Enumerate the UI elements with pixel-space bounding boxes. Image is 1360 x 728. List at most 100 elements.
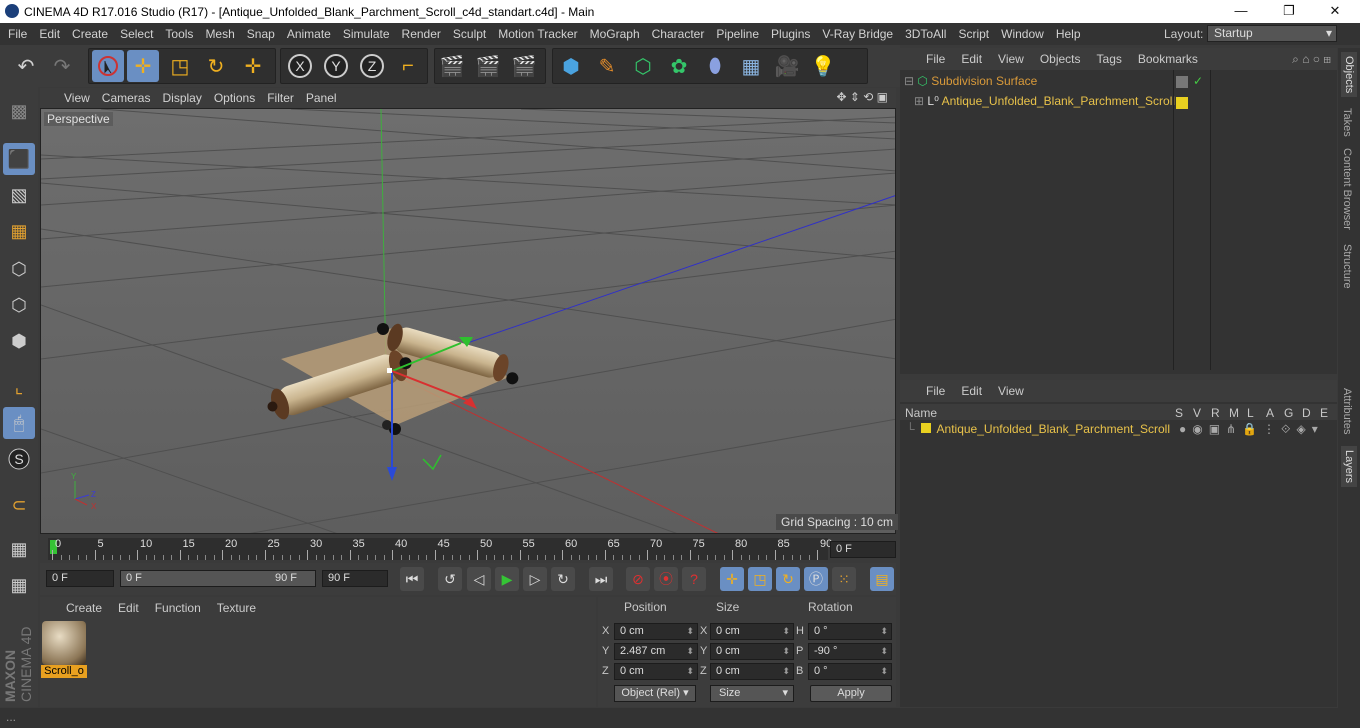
snap-button[interactable]: S — [3, 443, 35, 475]
viewport-nav-icons[interactable]: ✥ ⇕ ⟲ ▣ — [836, 90, 888, 104]
object-manager-icons[interactable]: ⌕ ⌂ ○ ⊞ — [1292, 52, 1331, 67]
previous-key-button[interactable]: ↺ — [438, 567, 462, 591]
light-button[interactable]: 💡 — [807, 50, 839, 82]
render-view-button[interactable]: 🎬 — [436, 50, 468, 82]
tab-structure[interactable]: Structure — [1341, 244, 1353, 289]
make-editable-button[interactable]: ▩ — [3, 95, 35, 127]
tab-attributes[interactable]: Attributes — [1341, 388, 1353, 434]
object-menu-view[interactable]: View — [990, 48, 1032, 70]
menu-item-mesh[interactable]: Mesh — [199, 23, 240, 45]
key-pla-button[interactable]: ⁙ — [832, 567, 856, 591]
y-axis-button[interactable]: Y — [320, 50, 352, 82]
points-mode-button[interactable]: ⬡ — [3, 253, 35, 285]
material-name[interactable]: Scroll_o — [41, 665, 87, 678]
maximize-button[interactable]: ❐ — [1274, 3, 1304, 19]
position-field[interactable]: 2.487 cm ⬍ — [614, 643, 698, 660]
object-row-subdivision[interactable]: ⊟ ⬡ Subdivision Surface — [902, 74, 1172, 94]
move-button[interactable]: ✛ — [127, 50, 159, 82]
spinner-icon[interactable]: ⬍ — [880, 644, 888, 659]
menu-item-mograph[interactable]: MoGraph — [584, 23, 646, 45]
menu-item-snap[interactable]: Snap — [241, 23, 281, 45]
menu-item-script[interactable]: Script — [952, 23, 995, 45]
spinner-icon[interactable]: ⬍ — [686, 664, 694, 679]
rotation-field[interactable]: 0 ° ⬍ — [808, 663, 892, 680]
spinner-icon[interactable]: ⬍ — [880, 624, 888, 639]
end-frame-field[interactable]: 90 F — [322, 570, 388, 587]
menu-item-simulate[interactable]: Simulate — [337, 23, 396, 45]
current-frame-field[interactable]: 0 F — [830, 541, 896, 558]
material-thumbnail[interactable] — [42, 621, 86, 665]
texture-mode-button[interactable]: ▧ — [3, 179, 35, 211]
object-menu-objects[interactable]: Objects — [1032, 48, 1089, 70]
viewport-menu-cameras[interactable]: Cameras — [96, 88, 157, 108]
menu-item-sculpt[interactable]: Sculpt — [447, 23, 492, 45]
deformer-button[interactable]: ⬮ — [699, 50, 731, 82]
material-menu-create[interactable]: Create — [58, 597, 110, 619]
render-picture-button[interactable]: 🎬 — [472, 50, 504, 82]
material-menu-edit[interactable]: Edit — [110, 597, 147, 619]
key-parameter-button[interactable]: Ⓟ — [804, 567, 828, 591]
viewport-menu-filter[interactable]: Filter — [261, 88, 300, 108]
go-to-start-button[interactable]: ⏮ — [400, 567, 424, 591]
workplane-align-button[interactable]: ▦ — [3, 569, 35, 601]
layer-menu-edit[interactable]: Edit — [953, 380, 990, 402]
object-menu-tags[interactable]: Tags — [1089, 48, 1130, 70]
size-field[interactable]: 0 cm ⬍ — [710, 623, 794, 640]
menu-item-create[interactable]: Create — [66, 23, 114, 45]
key-position-button[interactable]: ✛ — [720, 567, 744, 591]
magnet-button[interactable]: ⊂ — [3, 489, 35, 521]
tab-takes[interactable]: Takes — [1341, 108, 1353, 137]
timeline-ruler[interactable]: 0 5 10 15 20 25 30 35 40 45 50 55 60 65 70 75 80 85 90 0 F — [40, 536, 896, 562]
go-to-end-button[interactable]: ⏭ — [589, 567, 613, 591]
menu-item-plugins[interactable]: Plugins — [765, 23, 816, 45]
menu-item-render[interactable]: Render — [396, 23, 447, 45]
tweak-mode-button[interactable]: 🖱 — [3, 407, 35, 439]
menu-item-window[interactable]: Window — [995, 23, 1050, 45]
menu-item-file[interactable]: File — [2, 23, 33, 45]
z-axis-button[interactable]: Z — [356, 50, 388, 82]
layer-row[interactable]: └ Antique_Unfolded_Blank_Parchment_Scrol… — [906, 422, 1336, 440]
layer-menu-view[interactable]: View — [990, 380, 1032, 402]
floor-button[interactable]: ▦ — [735, 50, 767, 82]
rotation-field[interactable]: 0 ° ⬍ — [808, 623, 892, 640]
viewport-menu-view[interactable]: View — [58, 88, 96, 108]
minimize-button[interactable]: — — [1226, 3, 1256, 18]
key-rotation-button[interactable]: ↻ — [776, 567, 800, 591]
redo-button[interactable]: ↷ — [46, 50, 78, 82]
start-frame-field[interactable]: 0 F — [46, 570, 114, 587]
position-field[interactable]: 0 cm ⬍ — [614, 663, 698, 680]
next-key-button[interactable]: ↻ — [551, 567, 575, 591]
menu-item-v-ray-bridge[interactable]: V-Ray Bridge — [816, 23, 899, 45]
axis-mode-button[interactable]: ⌞ — [3, 371, 35, 403]
object-menu-bookmarks[interactable]: Bookmarks — [1130, 48, 1206, 70]
timeline-window-button[interactable]: ▤ — [870, 567, 894, 591]
menu-item-select[interactable]: Select — [114, 23, 159, 45]
live-selection-button[interactable] — [92, 50, 124, 82]
key-scale-button[interactable]: ◳ — [748, 567, 772, 591]
layer-menu-file[interactable]: File — [918, 380, 953, 402]
coordinate-system-button[interactable]: ⌐ — [392, 50, 424, 82]
viewport-menu-display[interactable]: Display — [156, 88, 207, 108]
play-button[interactable]: ▶ — [495, 567, 519, 591]
spinner-icon[interactable]: ⬍ — [782, 664, 790, 679]
menu-item-character[interactable]: Character — [646, 23, 711, 45]
range-slider[interactable]: 0 F 90 F — [120, 570, 316, 587]
cube-button[interactable]: ⬢ — [555, 50, 587, 82]
size-field[interactable]: 0 cm ⬍ — [710, 663, 794, 680]
edges-mode-button[interactable]: ⬡ — [3, 289, 35, 321]
autokey-button[interactable]: ⦿ — [654, 567, 678, 591]
x-axis-button[interactable]: X — [284, 50, 316, 82]
spinner-icon[interactable]: ⬍ — [686, 644, 694, 659]
layer-color-icon[interactable] — [920, 423, 931, 433]
viewport[interactable]: Y Z X — [40, 108, 896, 534]
camera-button[interactable]: 🎥 — [771, 50, 803, 82]
model-mode-button[interactable]: ⬛ — [3, 143, 35, 175]
polygons-mode-button[interactable]: ⬢ — [3, 325, 35, 357]
pen-button[interactable]: ✎ — [591, 50, 623, 82]
menu-item-edit[interactable]: Edit — [33, 23, 66, 45]
workplane-lock-button[interactable]: ▦ — [3, 533, 35, 565]
layout-select[interactable]: Startup ▾ — [1207, 25, 1337, 42]
object-menu-edit[interactable]: Edit — [953, 48, 990, 70]
spinner-icon[interactable]: ⬍ — [686, 624, 694, 639]
subdivision-button[interactable]: ⬡ — [627, 50, 659, 82]
